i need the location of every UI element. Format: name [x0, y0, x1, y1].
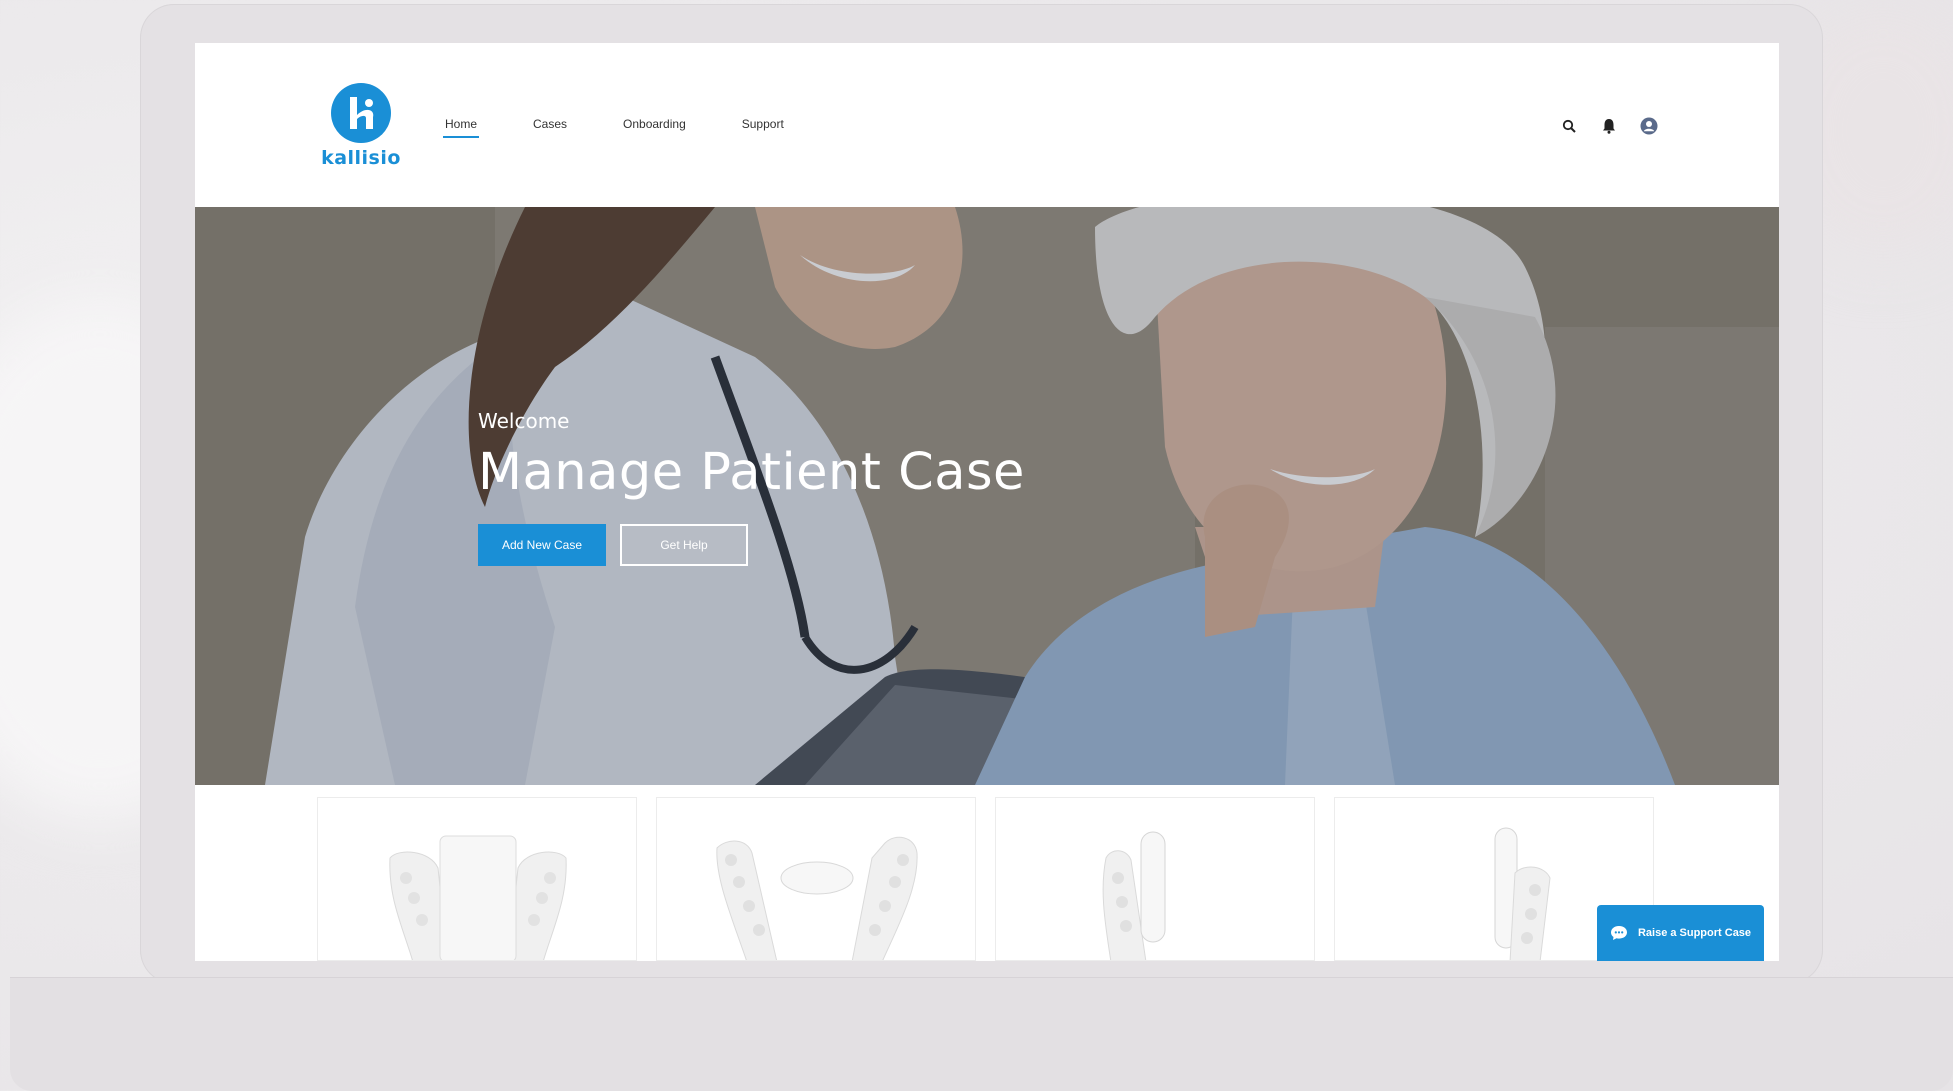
- hero-title: Manage Patient Case: [478, 443, 1025, 502]
- product-card[interactable]: [317, 797, 637, 961]
- search-icon[interactable]: [1558, 115, 1580, 137]
- laptop-screen: kallisio Home Cases Onboarding Support W…: [195, 43, 1779, 961]
- user-avatar-icon[interactable]: [1638, 115, 1660, 137]
- bell-icon[interactable]: [1598, 115, 1620, 137]
- support-button-label: Raise a Support Case: [1637, 927, 1752, 939]
- chat-bubble-icon: [1610, 925, 1628, 941]
- site-header: kallisio Home Cases Onboarding Support: [195, 43, 1779, 207]
- product-cards: [195, 785, 1779, 961]
- raise-support-case-button[interactable]: Raise a Support Case: [1597, 905, 1764, 961]
- get-help-button[interactable]: Get Help: [620, 524, 748, 566]
- hero-welcome-text: Welcome: [478, 409, 570, 433]
- brand-logo[interactable]: kallisio: [315, 83, 407, 169]
- hero-content: Welcome Manage Patient Case Add New Case…: [478, 409, 1025, 566]
- brand-name: kallisio: [321, 147, 401, 169]
- hero-actions: Add New Case Get Help: [478, 524, 1025, 566]
- nav-item-cases[interactable]: Cases: [533, 117, 567, 138]
- nav-item-onboarding[interactable]: Onboarding: [623, 117, 686, 138]
- product-card[interactable]: [656, 797, 976, 961]
- nav-item-home[interactable]: Home: [442, 117, 480, 138]
- logo-mark-icon: [331, 83, 391, 143]
- dental-aligner-front-view-image: [389, 835, 567, 960]
- main-nav: Home Cases Onboarding Support: [442, 117, 840, 138]
- nav-item-support[interactable]: Support: [742, 117, 784, 138]
- product-card[interactable]: [995, 797, 1315, 961]
- dental-aligner-top-view-image: [716, 836, 918, 960]
- header-actions: [1558, 115, 1678, 137]
- hero-banner: Welcome Manage Patient Case Add New Case…: [195, 207, 1779, 785]
- dental-aligner-side-view-image: [1102, 831, 1166, 960]
- laptop-base: [10, 977, 1953, 1091]
- add-new-case-button[interactable]: Add New Case: [478, 524, 606, 566]
